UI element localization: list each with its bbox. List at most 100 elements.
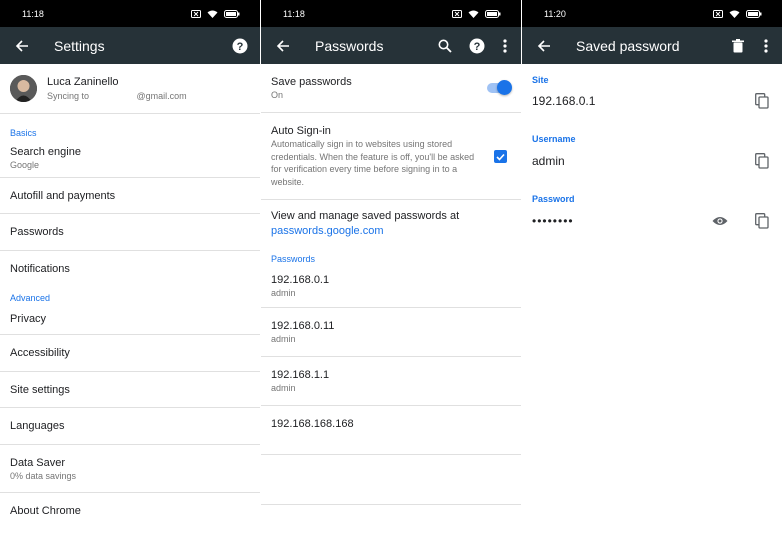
delete-icon[interactable]: [726, 34, 750, 58]
page-title: Settings: [54, 37, 105, 54]
auto-signin-description: Automatically sign in to websites using …: [271, 139, 475, 187]
passwords-screen: 11:18 Passwords ? Save passwords On Auto…: [261, 0, 521, 544]
username-value: admin: [532, 154, 565, 168]
password-value: ••••••••: [532, 214, 574, 228]
app-bar: Saved password: [522, 27, 782, 64]
password-entry[interactable]: 192.168.0.1 admin: [261, 264, 521, 308]
username-label: Username: [532, 134, 576, 144]
username-field: admin: [522, 147, 782, 175]
entry-user: admin: [271, 334, 296, 344]
show-password-icon[interactable]: [710, 211, 730, 231]
about-chrome-label: About Chrome: [10, 505, 81, 517]
more-vert-icon[interactable]: [758, 34, 774, 58]
entry-site: 192.168.168.168: [271, 418, 354, 430]
site-settings-item[interactable]: Site settings: [0, 372, 260, 408]
list-spacer: [261, 455, 521, 505]
data-saver-item[interactable]: Data Saver 0% data savings: [0, 445, 260, 493]
alarm-icon: [191, 9, 201, 18]
auto-signin-checkbox[interactable]: [494, 150, 507, 163]
help-icon[interactable]: ?: [465, 34, 489, 58]
entry-user: admin: [271, 287, 296, 298]
save-passwords-toggle[interactable]: [487, 80, 512, 95]
save-passwords-value: On: [271, 90, 284, 100]
settings-screen: 11:18 Settings ? Luca Zaninello Syncing …: [0, 0, 260, 544]
status-time: 11:18: [22, 8, 44, 19]
search-icon[interactable]: [433, 34, 457, 58]
site-label: Site: [532, 75, 549, 85]
svg-text:?: ?: [237, 41, 244, 53]
app-bar: Passwords ?: [261, 27, 521, 64]
status-icons: [191, 9, 240, 18]
avatar: [10, 75, 37, 102]
site-value: 192.168.0.1: [532, 94, 596, 108]
autofill-label: Autofill and payments: [10, 189, 116, 202]
entry-site: 192.168.0.1: [271, 273, 330, 286]
entry-site: 192.168.0.11: [271, 320, 335, 332]
auto-signin-label: Auto Sign-in: [271, 125, 331, 137]
back-arrow-icon[interactable]: [271, 34, 295, 58]
page-title: Passwords: [315, 37, 384, 54]
status-bar: 11:20: [522, 0, 782, 27]
search-engine-label: Search engine: [10, 145, 81, 158]
password-field: ••••••••: [522, 207, 782, 235]
passwords-label: Passwords: [10, 226, 64, 238]
save-passwords-label: Save passwords: [271, 76, 352, 88]
notifications-item[interactable]: Notifications: [0, 251, 260, 287]
status-time: 11:20: [544, 8, 566, 19]
svg-text:?: ?: [474, 41, 481, 53]
wifi-icon: [468, 10, 479, 18]
battery-icon: [224, 9, 240, 18]
account-row[interactable]: Luca Zaninello Syncing to @gmail.com: [0, 64, 260, 114]
password-entry[interactable]: 192.168.0.11 admin: [261, 308, 521, 357]
save-passwords-item[interactable]: Save passwords On: [261, 64, 521, 113]
copy-site-icon[interactable]: [752, 91, 772, 111]
copy-username-icon[interactable]: [752, 151, 772, 171]
wifi-icon: [729, 10, 740, 18]
saved-password-screen: 11:20 Saved password Site 192.168.0.1 Us…: [522, 0, 782, 544]
sync-status: Syncing to @gmail.com: [47, 91, 187, 101]
notifications-label: Notifications: [10, 263, 70, 275]
accessibility-label: Accessibility: [10, 347, 70, 359]
battery-icon: [485, 9, 501, 18]
entry-site: 192.168.1.1: [271, 369, 330, 381]
section-advanced: Advanced: [10, 293, 51, 303]
password-entry[interactable]: 192.168.1.1 admin: [261, 357, 521, 406]
manage-passwords-item: View and manage saved passwords at passw…: [261, 200, 521, 248]
languages-item[interactable]: Languages: [0, 408, 260, 445]
more-vert-icon[interactable]: [497, 34, 513, 58]
site-field: 192.168.0.1: [522, 87, 782, 115]
data-saver-label: Data Saver: [10, 456, 66, 469]
section-passwords: Passwords: [271, 254, 316, 264]
section-basics: Basics: [10, 128, 37, 138]
auto-signin-item[interactable]: Auto Sign-in Automatically sign in to we…: [261, 113, 521, 200]
password-entry[interactable]: 192.168.168.168: [261, 406, 521, 455]
search-engine-value: Google: [10, 159, 40, 170]
manage-passwords-text: View and manage saved passwords at: [271, 210, 460, 222]
status-bar: 11:18: [0, 0, 260, 27]
screens-container: 11:18 Settings ? Luca Zaninello Syncing …: [0, 0, 782, 544]
about-chrome-item[interactable]: About Chrome: [0, 493, 260, 529]
back-arrow-icon[interactable]: [532, 34, 556, 58]
alarm-icon: [713, 9, 723, 18]
status-bar: 11:18: [261, 0, 521, 27]
data-saver-value: 0% data savings: [10, 470, 77, 481]
page-title: Saved password: [576, 37, 680, 54]
back-arrow-icon[interactable]: [10, 34, 34, 58]
passwords-google-link[interactable]: passwords.google.com: [271, 224, 511, 239]
privacy-label: Privacy: [10, 312, 47, 325]
help-icon[interactable]: ?: [228, 34, 252, 58]
accessibility-item[interactable]: Accessibility: [0, 335, 260, 372]
alarm-icon: [452, 9, 462, 18]
battery-icon: [746, 9, 762, 18]
privacy-item[interactable]: Privacy: [0, 303, 260, 335]
passwords-item[interactable]: Passwords: [0, 214, 260, 251]
autofill-item[interactable]: Autofill and payments: [0, 178, 260, 214]
status-icons: [713, 9, 762, 18]
account-name: Luca Zaninello: [47, 76, 119, 88]
entry-user: admin: [271, 383, 296, 393]
wifi-icon: [207, 10, 218, 18]
copy-password-icon[interactable]: [752, 211, 772, 231]
status-time: 11:18: [283, 8, 305, 19]
password-label: Password: [532, 194, 575, 204]
search-engine-item[interactable]: Search engine Google: [0, 138, 260, 178]
